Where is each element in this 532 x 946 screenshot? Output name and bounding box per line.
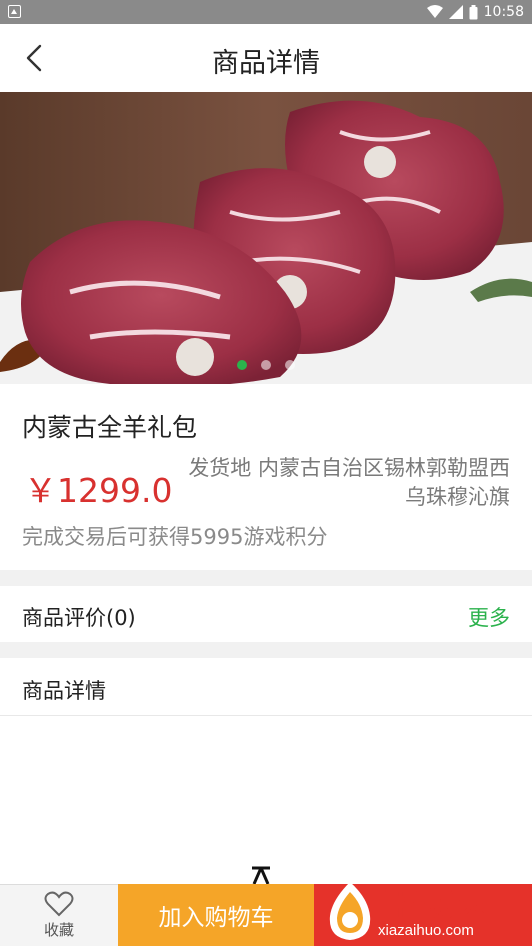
favorite-label: 收藏 xyxy=(43,921,74,939)
favorite-button[interactable]: 收藏 xyxy=(0,884,118,946)
details-content xyxy=(0,716,532,884)
clock: 10:58 xyxy=(483,4,524,20)
watermark: 下载火 xiazaihuo.com xyxy=(314,876,532,946)
reward-points-note: 完成交易后可获得5995游戏积分 xyxy=(22,525,328,549)
section-spacer xyxy=(0,642,532,658)
status-bar: 10:58 xyxy=(0,0,532,24)
reviews-row[interactable]: 商品评价(0) 更多 xyxy=(0,586,532,642)
product-photo xyxy=(0,92,532,384)
details-label: 商品详情 xyxy=(22,679,106,703)
title-bar: 商品详情 xyxy=(0,24,532,92)
details-header: 商品详情 xyxy=(0,658,532,716)
more-reviews-link[interactable]: 更多 xyxy=(468,602,510,632)
watermark-title: 下载火 xyxy=(384,884,492,924)
add-to-cart-button[interactable]: 加入购物车 xyxy=(118,884,314,946)
heart-icon xyxy=(44,891,74,917)
partial-content-glyph xyxy=(252,866,270,884)
page-title: 商品详情 xyxy=(212,48,320,79)
battery-icon xyxy=(469,4,478,19)
section-spacer xyxy=(0,570,532,586)
shipping-origin: 发货地 内蒙古自治区锡林郭勒盟西乌珠穆沁旗 xyxy=(188,456,510,509)
carousel-dot xyxy=(261,360,271,370)
product-price: ￥1299.0 xyxy=(24,471,173,510)
flame-logo-icon xyxy=(329,882,371,940)
watermark-url: xiazaihuo.com xyxy=(378,922,474,939)
carousel-indicator xyxy=(0,360,532,370)
product-info: 内蒙古全羊礼包 ￥1299.0 发货地 内蒙古自治区锡林郭勒盟西乌珠穆沁旗 完成… xyxy=(0,384,532,570)
carousel-dot xyxy=(237,360,247,370)
reviews-label: 商品评价(0) xyxy=(22,606,136,630)
notification-icon xyxy=(8,5,21,18)
wifi-icon xyxy=(426,5,443,18)
product-name: 内蒙古全羊礼包 xyxy=(22,413,198,442)
signal-icon xyxy=(448,5,463,19)
carousel-dot xyxy=(285,360,295,370)
product-image-carousel[interactable] xyxy=(0,92,532,384)
add-to-cart-label: 加入购物车 xyxy=(158,905,274,931)
